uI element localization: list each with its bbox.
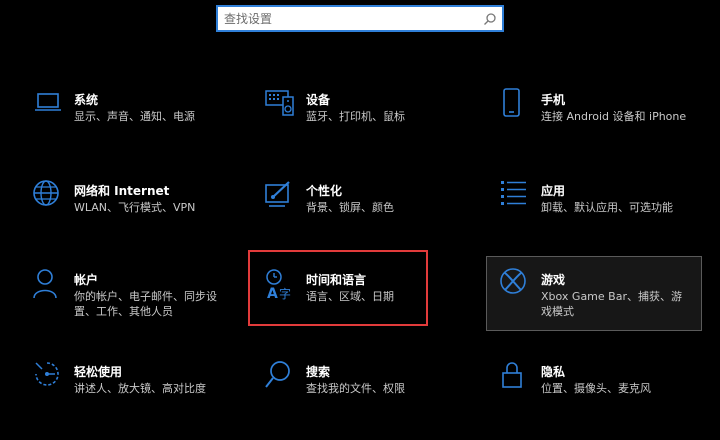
tile-title: 隐私	[541, 365, 566, 379]
tile-description: 语言、区域、日期	[306, 290, 394, 303]
globe-icon	[33, 179, 67, 213]
tile-title: 时间和语言	[306, 273, 367, 287]
tile-description: 显示、声音、通知、电源	[74, 110, 195, 123]
tile-description: 位置、摄像头、麦克风	[541, 382, 651, 395]
tile-title: 系统	[74, 93, 99, 107]
devices-icon	[265, 88, 299, 122]
tile-title: 应用	[541, 184, 566, 198]
magnifier-icon	[265, 360, 299, 394]
person-icon	[33, 268, 67, 302]
xbox-icon	[500, 268, 534, 302]
tile-description: Xbox Game Bar、捕获、游戏模式	[541, 290, 682, 318]
search-input[interactable]	[224, 9, 474, 28]
tile-description: 背景、锁屏、颜色	[306, 201, 394, 214]
svg-text:A: A	[267, 286, 278, 302]
apps-list-icon	[500, 179, 534, 213]
tile-title: 设备	[306, 93, 331, 107]
tile-description: 卸载、默认应用、可选功能	[541, 201, 673, 214]
tile-title: 帐户	[74, 273, 99, 287]
tile-description: 连接 Android 设备和 iPhone	[541, 110, 687, 123]
tile-title: 搜索	[306, 365, 331, 379]
tile-description: 讲述人、放大镜、高对比度	[74, 382, 206, 395]
search-box[interactable]	[216, 5, 504, 32]
svg-text:字: 字	[279, 286, 291, 301]
tile-title: 游戏	[541, 273, 566, 287]
tile-description: 蓝牙、打印机、鼠标	[306, 110, 405, 123]
personalization-icon	[265, 179, 299, 213]
tile-title: 轻松使用	[74, 365, 123, 379]
tile-title: 网络和 Internet	[74, 184, 170, 198]
tile-description: 查找我的文件、权限	[306, 382, 405, 395]
tile-title: 手机	[541, 93, 566, 107]
tile-description: 你的帐户、电子邮件、同步设置、工作、其他人员	[74, 290, 217, 318]
ease-of-access-icon	[33, 360, 67, 394]
tile-description: WLAN、飞行模式、VPN	[74, 201, 196, 214]
phone-icon	[500, 88, 534, 122]
time-language-icon: A 字	[265, 268, 299, 302]
tile-title: 个性化	[306, 184, 343, 198]
search-icon[interactable]	[483, 11, 497, 30]
lock-icon	[500, 360, 534, 394]
laptop-icon	[33, 88, 67, 122]
